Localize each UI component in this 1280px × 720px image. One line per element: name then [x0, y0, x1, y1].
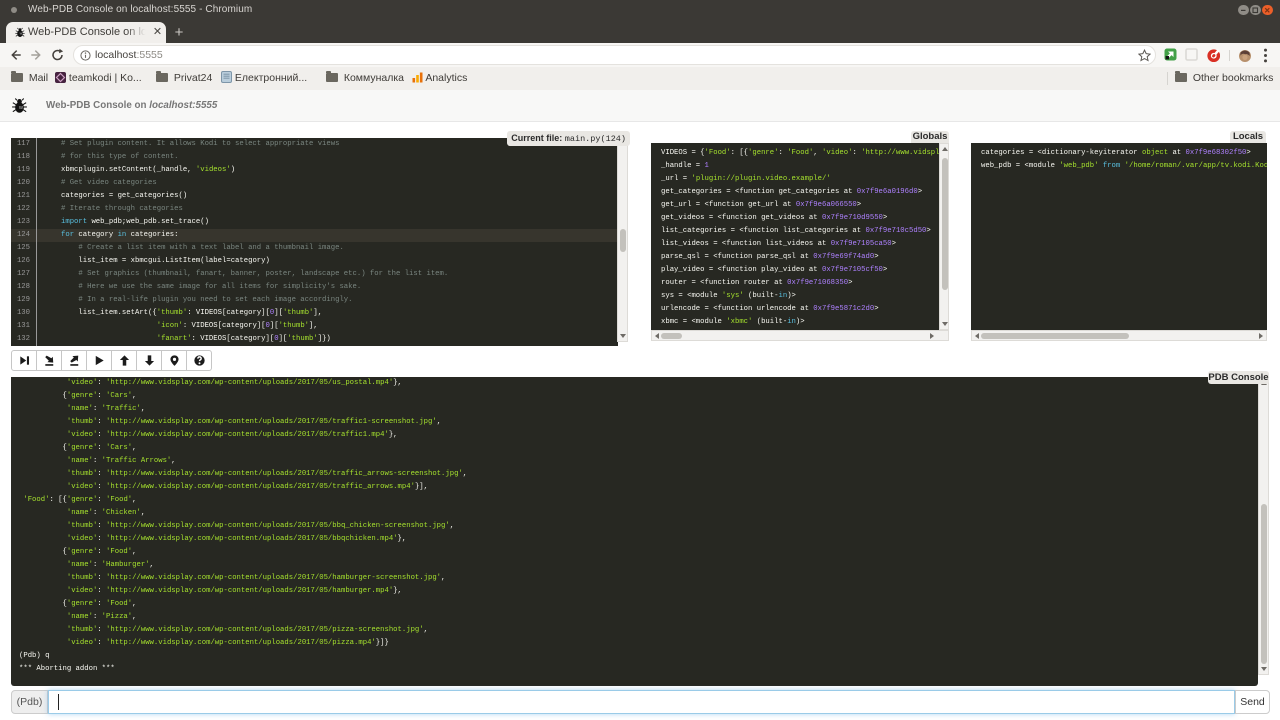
svg-text:W: W — [20, 31, 23, 35]
